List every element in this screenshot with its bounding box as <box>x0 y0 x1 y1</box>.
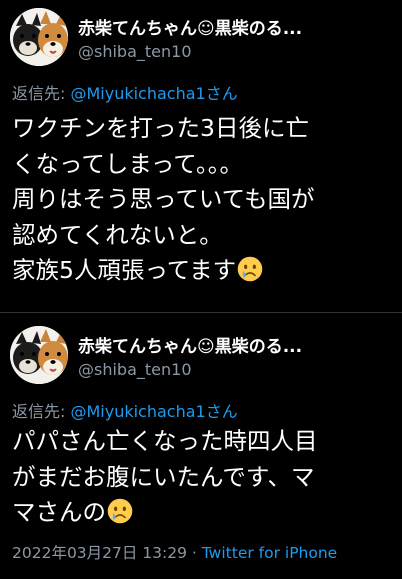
reply-mention-link[interactable]: @Miyukichacha1さん <box>70 402 237 421</box>
reply-to-prefix: 返信先: <box>12 84 71 103</box>
tweet-text-line: パパさん亡くなった時四人目 <box>12 427 318 455</box>
crying-face-icon <box>237 256 263 282</box>
avatar[interactable] <box>10 8 68 66</box>
tweet-card[interactable]: 赤柴てんちゃん☺黒柴のる... @shiba_ten10 返信先: @Miyuk… <box>0 318 402 579</box>
display-name[interactable]: 赤柴てんちゃん☺黒柴のる... <box>78 14 302 39</box>
tweet-meta: 2022年03月27日 13:29 · Twitter for iPhone <box>12 541 337 563</box>
crying-face-icon <box>107 498 133 524</box>
tweet-text: パパさん亡くなった時四人目 がまだお腹にいたんです、マ マさんの <box>12 424 396 531</box>
reply-to-line: 返信先: @Miyukichacha1さん <box>12 398 238 422</box>
tweet-text-line: くなってしまって。。。 <box>12 149 244 178</box>
tweet-text-line: 周りはそう思っていても国が <box>12 185 315 213</box>
display-name[interactable]: 赤柴てんちゃん☺黒柴のる... <box>78 332 302 357</box>
reply-to-prefix: 返信先: <box>12 402 71 421</box>
reply-to-line: 返信先: @Miyukichacha1さん <box>12 80 238 104</box>
tweet-text-line: ワクチンを打った3日後に亡 <box>12 114 309 142</box>
tweet-text: ワクチンを打った3日後に亡 くなってしまって。。。 周りはそう思っていても国が … <box>12 111 396 289</box>
tweet-card[interactable]: 赤柴てんちゃん☺黒柴のる... @shiba_ten10 返信先: @Miyuk… <box>0 0 402 310</box>
tweet-source-link[interactable]: Twitter for iPhone <box>202 544 337 562</box>
shiba-dogs-avatar-image <box>10 8 68 66</box>
tweet-divider <box>0 312 402 313</box>
shiba-dogs-avatar-image <box>10 326 68 384</box>
tweet-text-line: がまだお腹にいたんです、マ <box>12 462 315 491</box>
tweet-text-line: 家族5人頑張ってます <box>12 253 396 289</box>
avatar[interactable] <box>10 326 68 384</box>
tweet-text-line-content: 家族5人頑張ってます <box>12 256 237 284</box>
meta-separator: · <box>187 544 202 562</box>
tweet-text-line: 認めてくれないと。 <box>12 220 223 249</box>
user-handle[interactable]: @shiba_ten10 <box>78 42 192 61</box>
reply-mention-link[interactable]: @Miyukichacha1さん <box>70 84 237 103</box>
tweet-timestamp[interactable]: 2022年03月27日 13:29 <box>12 544 187 562</box>
tweet-text-line: マさんの <box>12 495 396 531</box>
tweet-text-line-content: マさんの <box>12 498 106 526</box>
user-handle[interactable]: @shiba_ten10 <box>78 360 192 379</box>
